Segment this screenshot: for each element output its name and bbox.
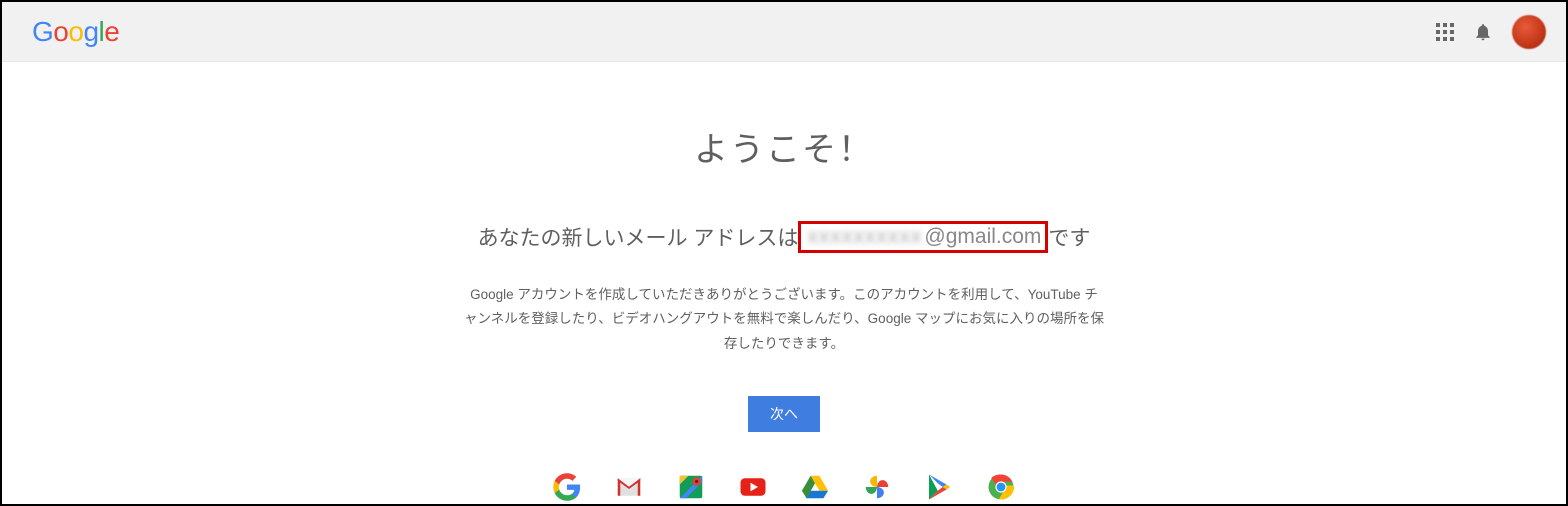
chrome-icon[interactable] — [984, 470, 1018, 504]
youtube-icon[interactable] — [736, 470, 770, 504]
apps-grid-icon[interactable] — [1436, 23, 1454, 41]
drive-icon[interactable] — [798, 470, 832, 504]
account-avatar[interactable] — [1512, 15, 1546, 49]
play-icon[interactable] — [922, 470, 956, 504]
description-text: Google アカウントを作成していただきありがとうございます。このアカウントを… — [464, 283, 1104, 356]
email-highlight-box: xxxxxxxxxx @gmail.com — [798, 221, 1048, 253]
gmail-icon[interactable] — [612, 470, 646, 504]
google-g-icon[interactable] — [550, 470, 584, 504]
google-logo[interactable]: Google — [32, 16, 119, 48]
email-line: あなたの新しいメール アドレスは xxxxxxxxxx @gmail.com で… — [434, 221, 1134, 253]
next-button[interactable]: 次へ — [748, 396, 820, 432]
notifications-bell-icon[interactable] — [1472, 21, 1494, 43]
welcome-heading: ようこそ！ — [434, 122, 1134, 171]
email-domain: @gmail.com — [924, 225, 1041, 249]
email-prefix-text: あなたの新しいメール アドレスは — [478, 222, 799, 252]
email-suffix-text: です — [1048, 222, 1090, 252]
email-local-blurred: xxxxxxxxxx — [805, 225, 924, 249]
maps-icon[interactable] — [674, 470, 708, 504]
product-icon-row — [434, 470, 1134, 504]
main-content: ようこそ！ あなたの新しいメール アドレスは xxxxxxxxxx @gmail… — [2, 62, 1566, 504]
photos-icon[interactable] — [860, 470, 894, 504]
header-bar: Google — [2, 2, 1566, 62]
